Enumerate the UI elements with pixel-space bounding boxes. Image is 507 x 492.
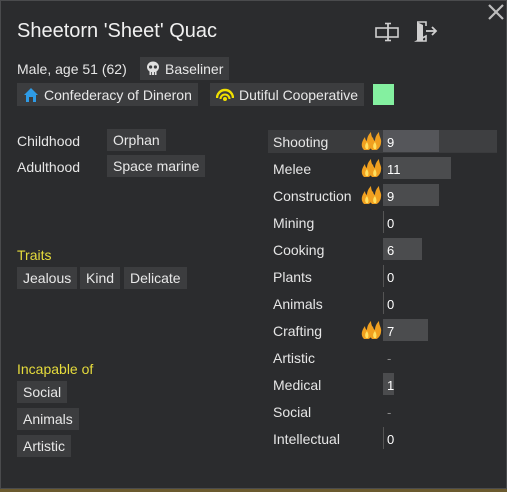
close-icon: [488, 4, 504, 20]
skill-label: Shooting: [273, 134, 329, 150]
incapable-artistic[interactable]: Artistic: [17, 435, 71, 457]
skill-level-bar: [383, 211, 384, 233]
skill-level-bar: [383, 292, 384, 314]
skill-level-value: 0: [387, 297, 395, 312]
exit-door-icon: [414, 21, 438, 42]
incapable-animals[interactable]: Animals: [17, 408, 79, 430]
skill-level-value: -: [387, 351, 392, 366]
skill-level-bar: [383, 265, 384, 287]
skill-label: Social: [273, 404, 312, 420]
rename-icon: [375, 22, 399, 42]
incapable-title: Incapable of: [17, 361, 94, 377]
skill-level-value: 0: [387, 432, 395, 447]
adulthood-label: Adulthood: [17, 159, 81, 175]
skill-level-value: 0: [387, 270, 395, 285]
adulthood-backstory[interactable]: Space marine: [107, 155, 206, 177]
skill-label: Crafting: [273, 323, 323, 339]
passion-major-icon: [360, 131, 382, 156]
faction-badge[interactable]: Confederacy of Dineron: [17, 83, 198, 106]
skill-level-value: 9: [387, 135, 395, 150]
skill-level-value: 6: [387, 243, 395, 258]
pawn-name: Sheetorn 'Sheet' Quac: [17, 20, 217, 42]
trait-delicate[interactable]: Delicate: [124, 267, 187, 289]
skull-icon: [147, 61, 159, 75]
skill-label: Artistic: [273, 350, 315, 366]
banish-button[interactable]: [413, 20, 439, 44]
passion-major-icon: [360, 320, 382, 345]
passion-major-icon: [360, 185, 382, 210]
skill-label: Animals: [273, 296, 323, 312]
skill-level-value: 9: [387, 189, 395, 204]
skill-label: Mining: [273, 215, 315, 231]
trait-jealous[interactable]: Jealous: [17, 267, 78, 289]
ideoligion-label: Dutiful Cooperative: [239, 86, 359, 103]
passion-major-icon: [360, 158, 382, 183]
trait-kind[interactable]: Kind: [80, 267, 121, 289]
childhood-backstory[interactable]: Orphan: [107, 129, 166, 151]
skill-label: Plants: [273, 269, 312, 285]
childhood-label: Childhood: [17, 133, 81, 149]
skill-level-value: 0: [387, 216, 395, 231]
skill-level-value: -: [387, 405, 392, 420]
skill-level-value: 11: [387, 162, 401, 177]
skill-label: Construction: [273, 188, 352, 204]
skill-level-value: 7: [387, 324, 395, 339]
ideoligion-icon: [216, 88, 234, 101]
skill-level-value: 1: [387, 378, 395, 393]
skill-label: Medical: [273, 377, 322, 393]
ideoligion-badge[interactable]: Dutiful Cooperative: [210, 83, 365, 106]
skill-label: Intellectual: [273, 431, 340, 447]
home-icon: [24, 87, 38, 102]
skill-label: Melee: [273, 161, 312, 177]
skill-level-bar: [383, 130, 497, 152]
incapable-social[interactable]: Social: [17, 381, 68, 403]
faction-label: Confederacy of Dineron: [44, 86, 192, 103]
skill-label: Cooking: [273, 242, 325, 258]
traits-title: Traits: [17, 247, 52, 263]
skill-level-bar: [383, 427, 384, 449]
xenotype-label: Baseliner: [165, 60, 224, 77]
favorite-color-swatch[interactable]: [373, 84, 394, 105]
rename-button[interactable]: [374, 20, 400, 44]
close-button[interactable]: [486, 2, 507, 24]
xenotype-badge[interactable]: Baseliner: [140, 57, 230, 80]
gender-age-label: Male, age 51 (62): [17, 61, 127, 77]
